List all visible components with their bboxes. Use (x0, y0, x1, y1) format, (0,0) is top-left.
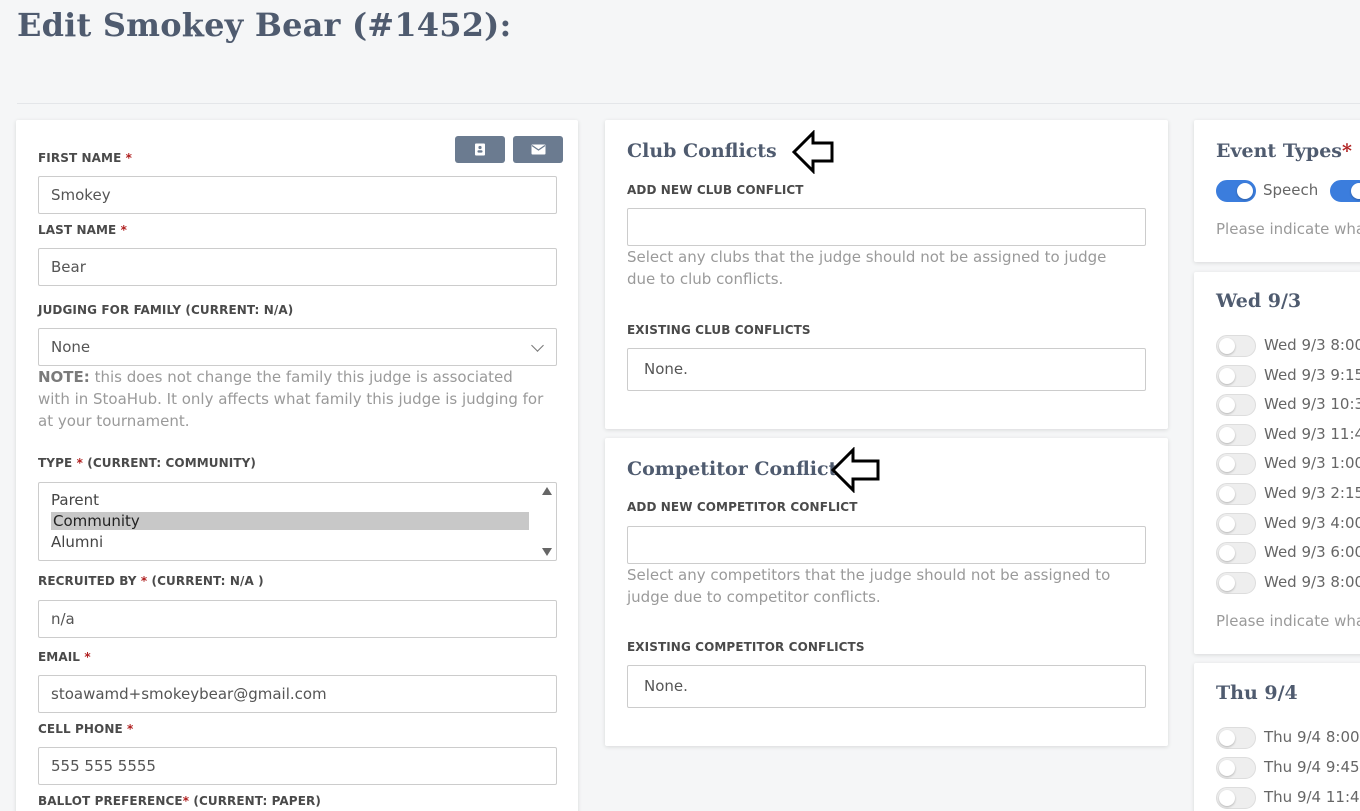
existing-competitor-conflicts-label: EXISTING COMPETITOR CONFLICTS (627, 640, 865, 654)
competitor-conflicts-title: Competitor Conflicts (627, 458, 849, 480)
time-slot-toggle[interactable] (1216, 423, 1256, 446)
contact-card-icon (475, 143, 485, 156)
wed-help: Please indicate what (1216, 612, 1360, 630)
speech-toggle[interactable] (1216, 180, 1256, 202)
time-slot-label: Wed 9/3 1:00 (1264, 454, 1360, 473)
first-name-input[interactable]: Smokey (38, 176, 557, 214)
time-slot-toggle[interactable] (1216, 453, 1256, 476)
last-name-input[interactable]: Bear (38, 248, 557, 286)
time-slot-label: Wed 9/3 4:00 (1264, 513, 1360, 532)
time-slot-toggle[interactable] (1216, 364, 1256, 387)
family-note: NOTE: this does not change the family th… (38, 368, 544, 430)
email-label: EMAIL * (38, 650, 91, 664)
judge-details-card: FIRST NAME * Smokey LAST NAME * Bear JUD… (16, 120, 578, 811)
add-club-conflict-label: ADD NEW CLUB CONFLICT (627, 183, 804, 197)
existing-club-conflicts-label: EXISTING CLUB CONFLICTS (627, 323, 811, 337)
wed-availability-card: Wed 9/3 Wed 9/3 8:00 Wed 9/3 9:15 Wed 9/3 … (1194, 272, 1360, 654)
time-slot-label: Thu 9/4 8:00 a (1264, 728, 1360, 746)
cell-phone-label: CELL PHONE * (38, 722, 134, 736)
ballot-preference-label: BALLOT PREFERENCE* (CURRENT: PAPER) (38, 794, 321, 808)
first-name-label: FIRST NAME * (38, 151, 133, 165)
time-slot-toggle[interactable] (1216, 787, 1256, 809)
type-option-parent[interactable]: Parent (51, 491, 99, 509)
time-slot-toggle[interactable] (1216, 394, 1256, 417)
time-slot-toggle[interactable] (1216, 727, 1256, 749)
family-select[interactable]: None (38, 328, 557, 366)
time-slot-label: Wed 9/3 11:45 (1264, 424, 1360, 443)
add-club-conflict-input[interactable] (627, 208, 1146, 246)
chevron-down-icon (531, 339, 544, 352)
type-option-community[interactable]: Community (51, 512, 529, 530)
add-competitor-conflict-label: ADD NEW COMPETITOR CONFLICT (627, 500, 858, 514)
recruited-by-input[interactable]: n/a (38, 600, 557, 638)
left-arrow-icon (792, 130, 834, 174)
contact-card-button[interactable] (455, 136, 505, 163)
competitor-conflicts-help: Select any competitors that the judge sh… (627, 566, 1111, 606)
type-option-alumni[interactable]: Alumni (51, 533, 103, 551)
email-input[interactable]: stoawamd+smokeybear@gmail.com (38, 675, 557, 713)
event-types-title: Event Types* (1216, 140, 1352, 162)
time-slot-label: Wed 9/3 10:30 (1264, 395, 1360, 414)
time-slot-toggle[interactable] (1216, 335, 1256, 357)
add-competitor-conflict-input[interactable] (627, 526, 1146, 564)
thu-title: Thu 9/4 (1216, 682, 1298, 704)
club-conflicts-title: Club Conflicts (627, 140, 777, 162)
cell-phone-input[interactable]: 555 555 5555 (38, 747, 557, 785)
event-types-card: Event Types* Speech Please indicate what (1194, 120, 1360, 262)
left-arrow-icon (831, 447, 880, 493)
speech-toggle-label: Speech (1263, 181, 1319, 199)
existing-club-conflicts-box: None. (627, 348, 1146, 391)
club-conflicts-help: Select any clubs that the judge should n… (627, 248, 1107, 288)
title-divider (17, 103, 1360, 104)
thu-availability-card: Thu 9/4 Thu 9/4 8:00 a Thu 9/4 9:45 a Thu … (1194, 663, 1360, 811)
event-types-help: Please indicate what (1216, 220, 1360, 238)
time-slot-toggle[interactable] (1216, 512, 1256, 535)
time-slot-toggle[interactable] (1216, 483, 1256, 505)
type-label: TYPE * (CURRENT: COMMUNITY) (38, 456, 256, 470)
family-select-value: None (51, 338, 91, 356)
time-slot-label: Wed 9/3 8:00 (1264, 572, 1360, 591)
type-listbox[interactable]: Parent Community Alumni (38, 482, 557, 561)
page-title: Edit Smokey Bear (#1452): (17, 6, 512, 44)
time-slot-label: Thu 9/4 9:45 a (1264, 758, 1360, 776)
time-slot-toggle[interactable] (1216, 571, 1256, 594)
recruited-by-label: RECRUITED BY * (CURRENT: N/A ) (38, 574, 264, 588)
wed-title: Wed 9/3 (1216, 290, 1302, 312)
time-slot-label: Wed 9/3 8:00 (1264, 336, 1360, 354)
email-button[interactable] (513, 136, 563, 163)
club-conflicts-card: Club Conflicts ADD NEW CLUB CONFLICT Sel… (605, 120, 1168, 429)
time-slot-label: Wed 9/3 6:00 (1264, 543, 1360, 562)
time-slot-label: Wed 9/3 9:15 (1264, 365, 1360, 384)
family-label: JUDGING FOR FAMILY (CURRENT: N/A) (38, 303, 294, 317)
scroll-up-arrow-icon[interactable] (542, 487, 552, 495)
time-slot-label: Wed 9/3 2:15 (1264, 484, 1360, 502)
last-name-label: LAST NAME * (38, 223, 127, 237)
scroll-down-arrow-icon[interactable] (542, 548, 552, 556)
event-type-toggle-2[interactable] (1330, 180, 1360, 202)
existing-competitor-conflicts-box: None. (627, 665, 1146, 708)
time-slot-label: Thu 9/4 11:45 (1264, 788, 1360, 806)
envelope-icon (531, 144, 545, 155)
time-slot-toggle[interactable] (1216, 542, 1256, 565)
competitor-conflicts-card: Competitor Conflicts ADD NEW COMPETITOR … (605, 438, 1168, 746)
time-slot-toggle[interactable] (1216, 757, 1256, 779)
